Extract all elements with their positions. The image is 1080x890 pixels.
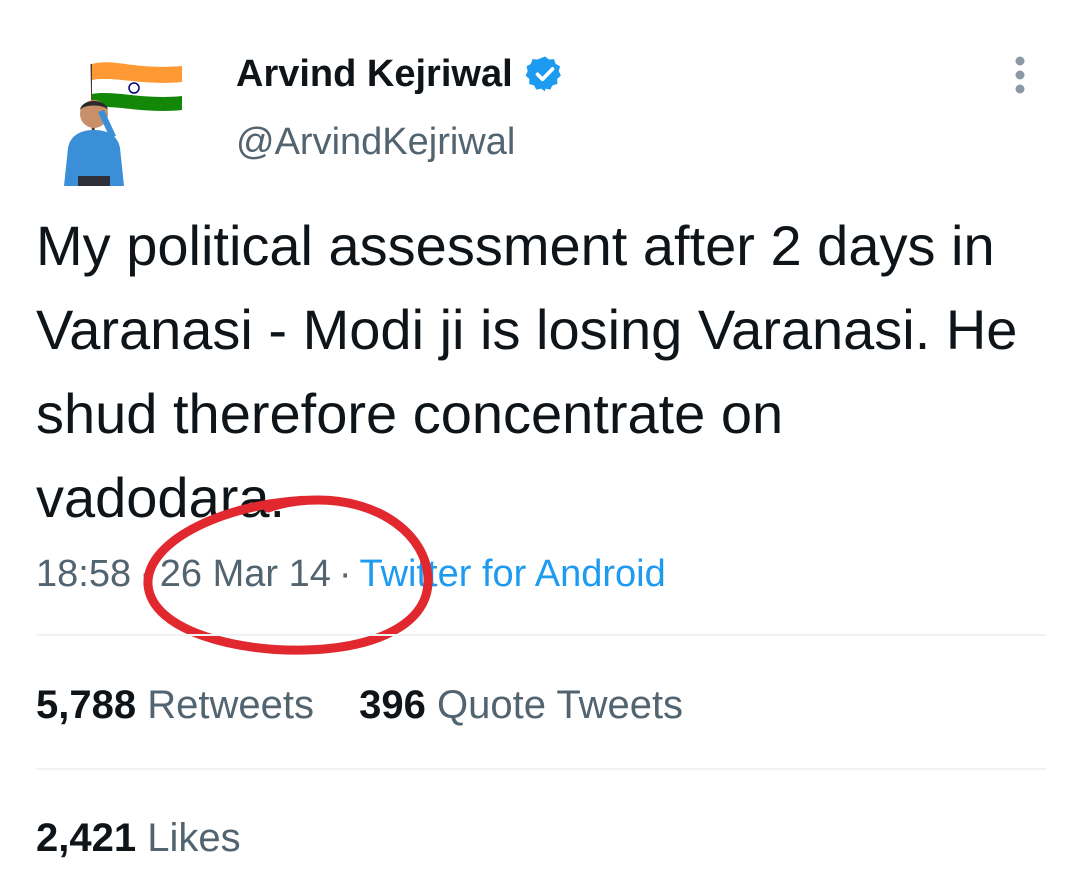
likes-label: Likes <box>147 816 241 860</box>
retweets-link[interactable]: 5,788 Retweets <box>36 682 314 728</box>
divider <box>36 768 1046 770</box>
divider <box>36 634 1046 636</box>
author-display-name[interactable]: Arvind Kejriwal <box>236 52 513 96</box>
author-display-name-row[interactable]: Arvind Kejriwal <box>236 52 565 96</box>
author-handle[interactable]: @ArvindKejriwal <box>236 120 515 164</box>
retweets-label: Retweets <box>147 683 314 727</box>
quote-tweets-count: 396 <box>359 683 426 727</box>
likes-link[interactable]: 2,421 Likes <box>36 815 241 861</box>
tweet-text: My political assessment after 2 days in … <box>36 214 1018 529</box>
tweet-source-link[interactable]: Twitter for Android <box>360 553 666 595</box>
retweets-count: 5,788 <box>36 683 137 727</box>
quote-tweets-label: Quote Tweets <box>436 683 684 727</box>
tweet-time[interactable]: 18:58 <box>36 553 131 595</box>
likes-stats-row: 2,421 Likes <box>36 815 241 861</box>
retweet-stats-row: 5,788 Retweets 396 Quote Tweets <box>36 682 683 728</box>
likes-count: 2,421 <box>36 816 137 860</box>
meta-separator: · <box>139 553 152 595</box>
more-options-icon[interactable] <box>1000 52 1040 98</box>
meta-separator: · <box>338 553 352 595</box>
avatar[interactable] <box>54 52 194 192</box>
tweet-date[interactable]: 26 Mar 14 <box>160 553 331 595</box>
verified-badge-icon <box>525 54 565 94</box>
tweet-meta: 18:58 · 26 Mar 14 · Twitter for Android <box>36 552 666 596</box>
quote-tweets-link[interactable]: 396 Quote Tweets <box>359 682 683 728</box>
